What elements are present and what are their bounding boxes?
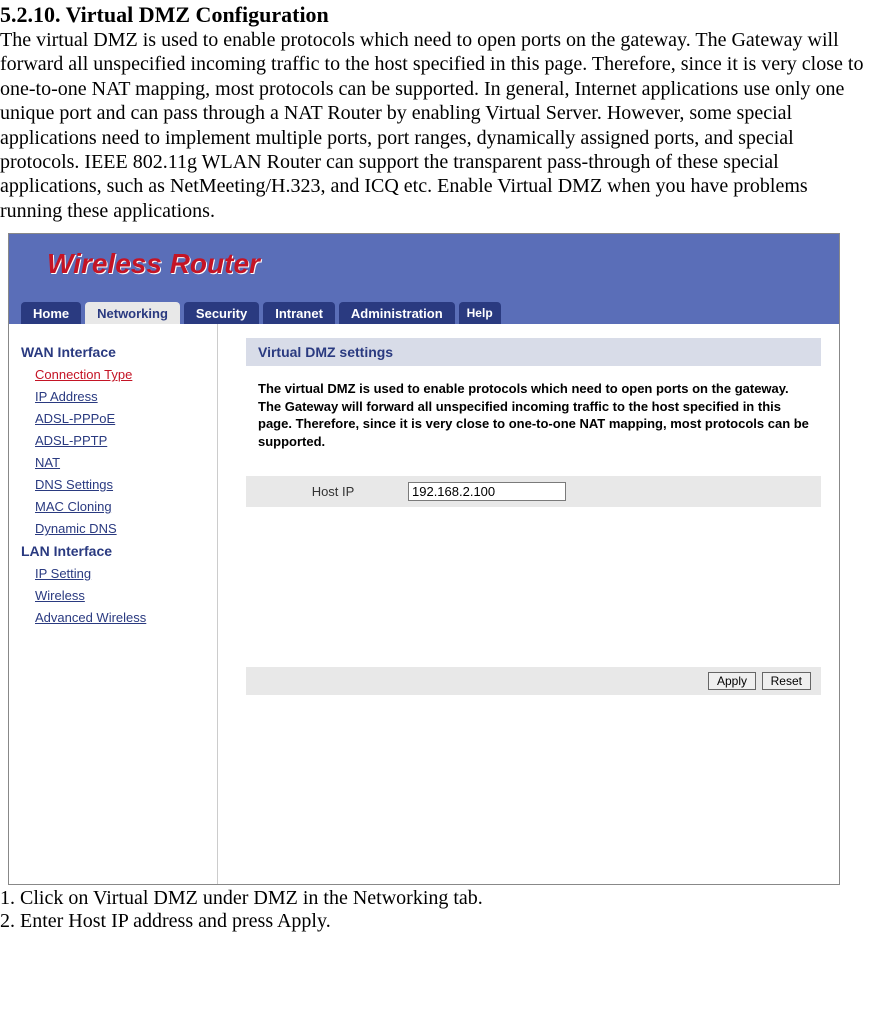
- reset-button[interactable]: Reset: [762, 672, 811, 690]
- sidebar-nat[interactable]: NAT: [35, 455, 217, 470]
- apply-button[interactable]: Apply: [708, 672, 756, 690]
- tab-networking[interactable]: Networking: [85, 302, 180, 324]
- step-2: 2. Enter Host IP address and press Apply…: [0, 910, 873, 933]
- sidebar-adsl-pptp[interactable]: ADSL-PPTP: [35, 433, 217, 448]
- section-paragraph: The virtual DMZ is used to enable protoc…: [0, 28, 873, 223]
- sidebar-wireless[interactable]: Wireless: [35, 588, 217, 603]
- router-header: Wireless Router Home Networking Security…: [9, 234, 839, 324]
- tab-intranet[interactable]: Intranet: [263, 302, 335, 324]
- host-ip-input[interactable]: [408, 482, 566, 501]
- section-title: 5.2.10. Virtual DMZ Configuration: [0, 2, 873, 28]
- tab-security[interactable]: Security: [184, 302, 259, 324]
- router-body: WAN Interface Connection Type IP Address…: [9, 324, 839, 884]
- sidebar-adsl-pppoe[interactable]: ADSL-PPPoE: [35, 411, 217, 426]
- tab-administration[interactable]: Administration: [339, 302, 455, 324]
- router-screenshot: Wireless Router Home Networking Security…: [8, 233, 840, 885]
- host-ip-row: Host IP: [246, 476, 821, 507]
- sidebar-dns-settings[interactable]: DNS Settings: [35, 477, 217, 492]
- tab-home[interactable]: Home: [21, 302, 81, 324]
- host-ip-label: Host IP: [258, 484, 408, 499]
- sidebar: WAN Interface Connection Type IP Address…: [9, 324, 218, 884]
- sidebar-lan-heading: LAN Interface: [21, 543, 217, 559]
- sidebar-dynamic-dns[interactable]: Dynamic DNS: [35, 521, 217, 536]
- step-1: 1. Click on Virtual DMZ under DMZ in the…: [0, 887, 873, 910]
- sidebar-ip-setting[interactable]: IP Setting: [35, 566, 217, 581]
- sidebar-connection-type[interactable]: Connection Type: [35, 367, 217, 382]
- tab-help[interactable]: Help: [459, 302, 501, 324]
- sidebar-advanced-wireless[interactable]: Advanced Wireless: [35, 610, 217, 625]
- router-logo: Wireless Router: [47, 248, 260, 280]
- router-tabs: Home Networking Security Intranet Admini…: [21, 302, 501, 324]
- sidebar-wan-heading: WAN Interface: [21, 344, 217, 360]
- sidebar-mac-cloning[interactable]: MAC Cloning: [35, 499, 217, 514]
- content-area: Virtual DMZ settings The virtual DMZ is …: [218, 324, 839, 884]
- content-description: The virtual DMZ is used to enable protoc…: [258, 380, 809, 450]
- sidebar-ip-address[interactable]: IP Address: [35, 389, 217, 404]
- button-row: Apply Reset: [246, 667, 821, 695]
- content-title: Virtual DMZ settings: [246, 338, 821, 366]
